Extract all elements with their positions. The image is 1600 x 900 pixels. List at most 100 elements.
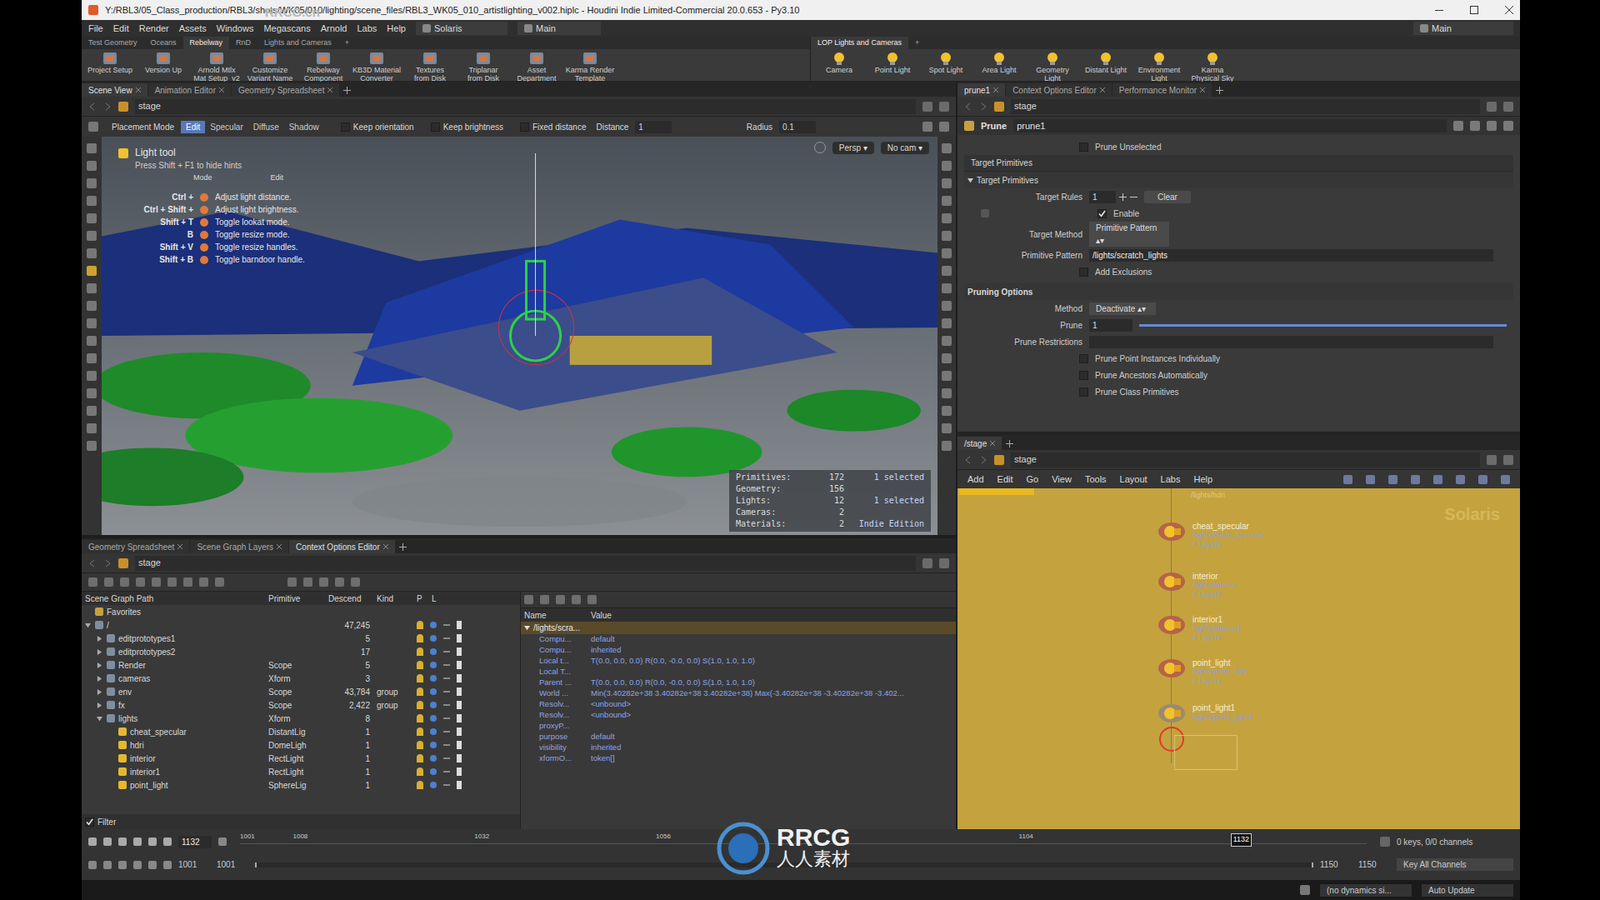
- tree-row[interactable]: /47,245: [81, 618, 520, 632]
- back-icon[interactable]: [964, 102, 973, 111]
- search-icon[interactable]: [1470, 120, 1480, 131]
- visibility-icon[interactable]: [416, 674, 424, 683]
- pin-icon[interactable]: [922, 101, 933, 112]
- shelf-tool[interactable]: Camera: [814, 50, 865, 75]
- tree-row[interactable]: camerasXform3: [81, 671, 520, 685]
- restrictions-field[interactable]: [1089, 335, 1494, 349]
- active-icon[interactable]: [430, 675, 437, 682]
- tool-icon[interactable]: [215, 577, 225, 587]
- group-icon[interactable]: [106, 660, 115, 670]
- help-icon[interactable]: [1503, 120, 1514, 131]
- menu[interactable]: File: [88, 21, 104, 36]
- method-menu[interactable]: Deactivate ▴▾: [1089, 302, 1156, 315]
- right-desktop-menu[interactable]: Main: [1413, 21, 1514, 36]
- pin-icon[interactable]: [1486, 455, 1497, 465]
- tree-row[interactable]: interiorRectLight1: [81, 751, 520, 765]
- select-icon[interactable]: [456, 754, 462, 763]
- forward-icon[interactable]: [979, 455, 988, 465]
- shelf-tool[interactable]: AssetDepartment: [511, 50, 562, 83]
- tool-icon[interactable]: [319, 577, 329, 587]
- tree-row[interactable]: editprototypes15: [81, 631, 520, 645]
- pane-tab[interactable]: Animation Editor: [148, 83, 231, 97]
- collapsed-icon[interactable]: [96, 635, 103, 642]
- active-icon[interactable]: [430, 715, 437, 722]
- select-icon[interactable]: [456, 634, 462, 643]
- add-exclusions-checkbox[interactable]: [1079, 267, 1089, 277]
- add-tab-icon[interactable]: [343, 86, 351, 95]
- display-tool-icon[interactable]: [941, 388, 952, 399]
- target-tab[interactable]: Target Primitives: [964, 155, 1514, 172]
- collapsed-icon[interactable]: [96, 662, 103, 669]
- folder-icon[interactable]: [95, 607, 104, 616]
- menu[interactable]: Assets: [179, 21, 207, 36]
- link-icon[interactable]: [939, 558, 950, 569]
- add-tab-icon[interactable]: [1005, 440, 1014, 448]
- shelf-tab[interactable]: +: [908, 36, 926, 50]
- close-icon[interactable]: [1200, 87, 1205, 93]
- audio-icon[interactable]: [1380, 836, 1390, 847]
- menu[interactable]: Arnold: [320, 21, 348, 36]
- tree-row[interactable]: Favorites: [81, 605, 520, 619]
- tool-icon[interactable]: [88, 577, 98, 587]
- shelf-tool[interactable]: KB3D MaterialConverter: [351, 50, 402, 83]
- menu[interactable]: Megascans: [263, 21, 310, 36]
- path-field[interactable]: stage: [1010, 99, 1480, 115]
- menu[interactable]: Help: [386, 21, 406, 36]
- tool-icon[interactable]: [1410, 475, 1420, 485]
- display-tool-icon[interactable]: [941, 353, 952, 364]
- close-icon[interactable]: [1100, 87, 1105, 93]
- tool-icon[interactable]: [183, 577, 193, 587]
- grid-icon[interactable]: [88, 121, 99, 132]
- display-tool-icon[interactable]: [941, 370, 952, 381]
- range-icon[interactable]: [88, 860, 97, 870]
- path-field[interactable]: stage: [135, 555, 916, 571]
- shelf-tool[interactable]: Distant Light: [1080, 50, 1131, 75]
- frame-field[interactable]: 1132: [178, 835, 212, 849]
- display-tool-icon[interactable]: [941, 160, 952, 171]
- shelf-tool[interactable]: Area Light: [974, 50, 1025, 75]
- range-icon[interactable]: [118, 860, 127, 870]
- close-icon[interactable]: [1505, 5, 1514, 15]
- remove-rule-icon[interactable]: [980, 209, 990, 218]
- desktop-icon[interactable]: [1420, 24, 1429, 33]
- distance-field[interactable]: 1: [635, 120, 672, 134]
- close-icon[interactable]: [327, 87, 333, 93]
- visibility-icon[interactable]: [416, 767, 424, 776]
- tool-icon[interactable]: [524, 595, 534, 605]
- prune-icon[interactable]: [964, 120, 975, 131]
- active-icon[interactable]: [430, 661, 437, 669]
- target-rules-field[interactable]: 1: [1089, 190, 1116, 204]
- stage-icon[interactable]: [118, 558, 129, 569]
- camera-menu[interactable]: Persp ▾: [832, 141, 875, 155]
- option-checkbox[interactable]: [1079, 354, 1089, 364]
- tool-icon[interactable]: [587, 595, 597, 605]
- group-icon[interactable]: [106, 714, 115, 723]
- tool-icon[interactable]: [135, 577, 145, 587]
- group-icon[interactable]: [106, 700, 115, 710]
- display-tool-icon[interactable]: [941, 423, 952, 434]
- visibility-icon[interactable]: [416, 687, 424, 696]
- shelf-tab[interactable]: RnD: [229, 36, 258, 50]
- tool-icon[interactable]: [104, 577, 114, 587]
- back-icon[interactable]: [88, 102, 97, 111]
- tool-icon[interactable]: [1433, 475, 1443, 485]
- shelf-tool[interactable]: KarmaPhysical Sky: [1187, 50, 1238, 83]
- network-node[interactable]: cheat_specular/lights/cheat_specular4 La…: [1157, 521, 1265, 550]
- menu[interactable]: Render: [139, 21, 170, 36]
- radius-field[interactable]: 0.1: [779, 120, 816, 134]
- viewport-tool-icon[interactable]: [86, 160, 97, 171]
- visibility-icon[interactable]: [416, 634, 424, 643]
- visibility-icon[interactable]: [416, 740, 424, 750]
- back-icon[interactable]: [88, 559, 97, 568]
- info-icon[interactable]: [1486, 120, 1497, 131]
- group-icon[interactable]: [106, 674, 115, 683]
- link-icon[interactable]: [1503, 455, 1514, 465]
- shelf-tool[interactable]: Spot Light: [920, 50, 971, 75]
- viewport-tool-icon[interactable]: [86, 300, 97, 311]
- pane-tab[interactable]: Scene Graph Layers: [190, 540, 289, 554]
- playback-icon[interactable]: [163, 837, 172, 846]
- display-tool-icon[interactable]: [941, 178, 952, 189]
- active-icon[interactable]: [430, 728, 437, 735]
- plus-icon[interactable]: [1119, 193, 1127, 201]
- range-icon[interactable]: [133, 860, 142, 870]
